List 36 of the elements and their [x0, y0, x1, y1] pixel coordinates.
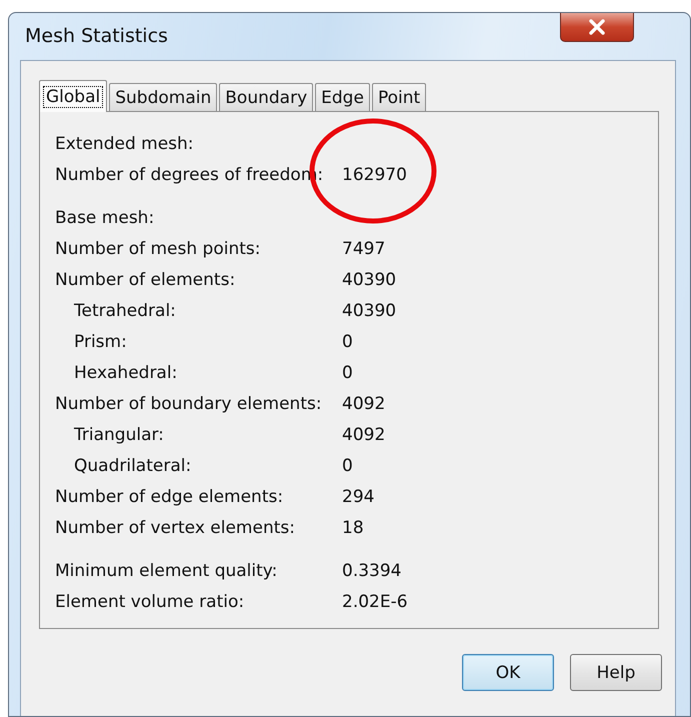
section-heading: Extended mesh: — [55, 134, 195, 154]
stat-value: 4092 — [342, 424, 386, 444]
dialog-button[interactable]: OK — [462, 654, 554, 691]
dialog-button[interactable]: Help — [570, 654, 662, 691]
stat-label: Quadrilateral: — [73, 456, 192, 476]
stat-label: Tetrahedral: — [73, 300, 177, 320]
stat-value: 40390 — [342, 300, 396, 320]
stat-value: 162970 — [342, 164, 407, 184]
stat-label: Element volume ratio: — [55, 592, 246, 612]
stat-label: Hexahedral: — [73, 362, 178, 382]
stat-value: 7497 — [342, 238, 386, 258]
stat-value: 0 — [342, 362, 353, 382]
stat-label: Number of mesh points: — [55, 238, 262, 258]
tab[interactable]: Subdomain — [109, 83, 218, 111]
section-heading: Base mesh: — [55, 208, 156, 228]
stat-value: 18 — [342, 518, 364, 538]
stat-value: 0.3394 — [342, 560, 402, 580]
stat-value: 40390 — [342, 270, 396, 290]
stat-label: Triangular: — [73, 424, 165, 444]
tab[interactable]: Boundary — [219, 83, 314, 111]
stat-label: Number of edge elements: — [55, 486, 284, 506]
tab[interactable]: Global — [39, 80, 108, 112]
stat-label: Number of vertex elements: — [55, 518, 296, 538]
stat-value: 0 — [342, 456, 353, 476]
stat-value: 2.02E-6 — [342, 592, 408, 612]
stat-value: 294 — [342, 486, 374, 506]
stat-label: Minimum element quality: — [55, 560, 278, 580]
tab[interactable]: Point — [372, 83, 426, 111]
stat-value: 0 — [342, 332, 353, 352]
window-title: Mesh Statistics — [24, 24, 168, 46]
close-button[interactable] — [560, 13, 634, 42]
stat-value: 4092 — [342, 394, 386, 414]
stat-label: Number of boundary elements: — [55, 394, 323, 414]
tab[interactable]: Edge — [315, 83, 370, 111]
stat-label: Number of elements: — [55, 270, 236, 290]
stat-label: Prism: — [73, 332, 128, 352]
